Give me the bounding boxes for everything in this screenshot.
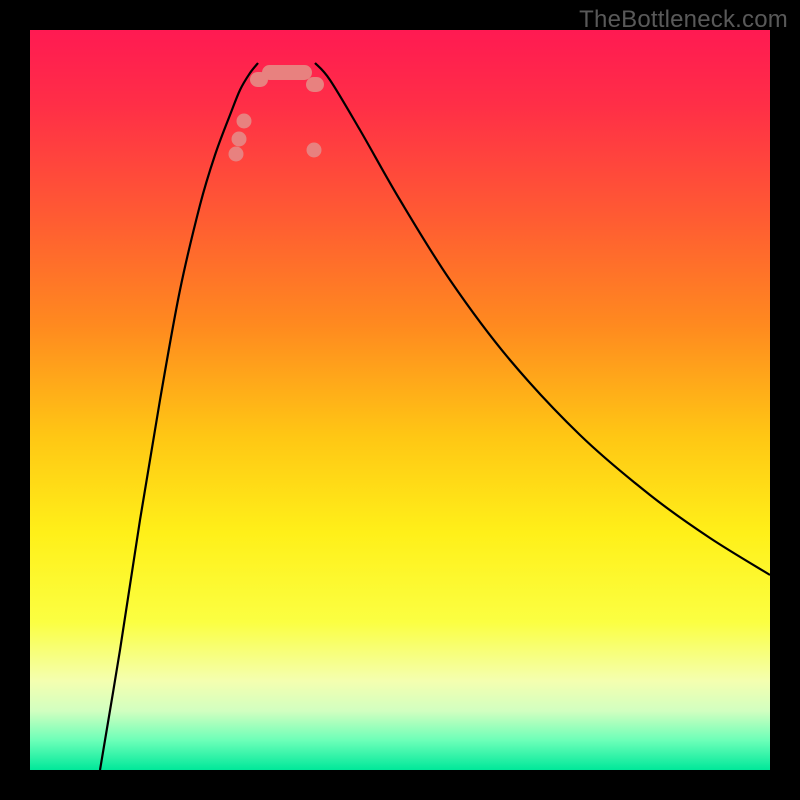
watermark-text: TheBottleneck.com [579, 6, 788, 34]
valley-bar [306, 77, 324, 92]
marker-dot [229, 147, 244, 162]
curve-left-branch [100, 63, 258, 770]
valley-markers [229, 65, 325, 162]
valley-bar [262, 65, 312, 80]
marker-dot [237, 114, 252, 129]
marker-dot [232, 132, 247, 147]
plot-frame [30, 30, 770, 770]
curve-right-branch [315, 63, 770, 575]
bottleneck-curve [30, 30, 770, 770]
marker-dot [307, 143, 322, 158]
